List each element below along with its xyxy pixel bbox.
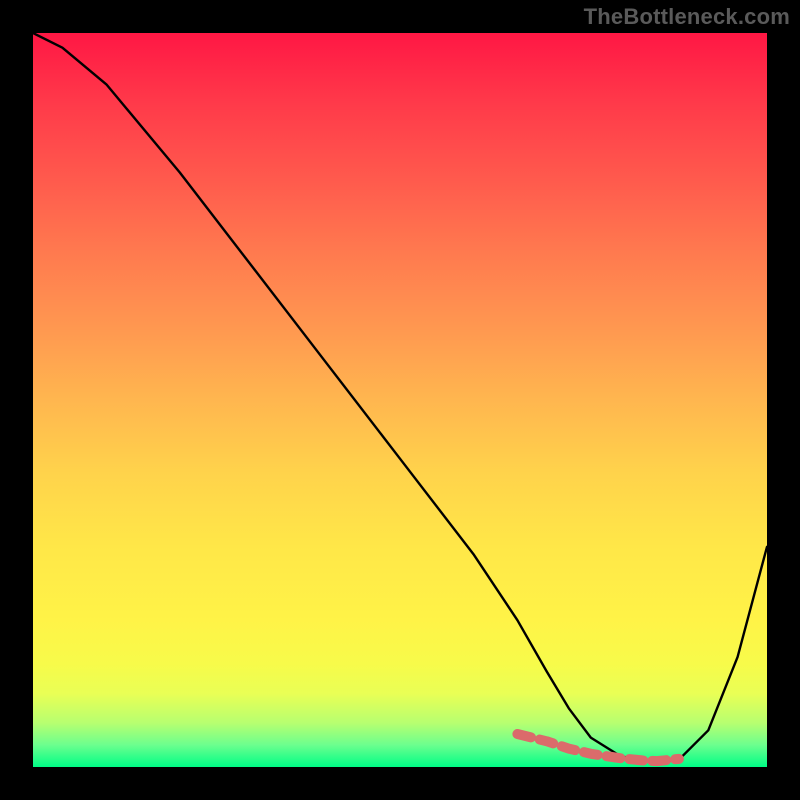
chart-svg	[33, 33, 767, 767]
watermark-label: TheBottleneck.com	[584, 4, 790, 30]
chart-frame: TheBottleneck.com	[0, 0, 800, 800]
bottom-highlight-curve	[517, 734, 679, 761]
main-curve	[33, 33, 767, 763]
